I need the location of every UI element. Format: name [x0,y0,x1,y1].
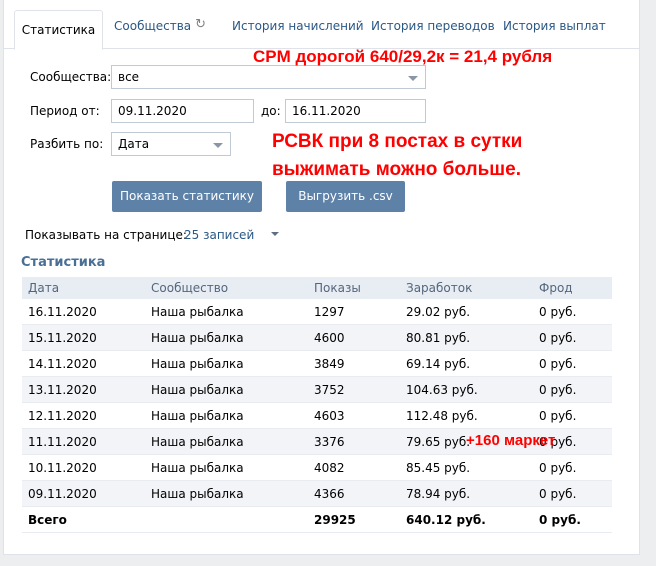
cell-date: 13.11.2020 [22,376,145,403]
cell-impressions: 4366 [308,480,400,507]
cell-community: Наша рыбалка [145,376,308,403]
col-header-impressions[interactable]: Показы [308,277,400,299]
split-by-label: Разбить по: [30,137,104,151]
cell-community: Наша рыбалка [145,350,308,377]
table-row: 12.11.2020 Наша рыбалка 4603 112.48 руб.… [22,402,612,429]
tab-transfer-history[interactable]: История переводов [371,19,495,33]
cell-earnings: 104.63 руб. [400,376,533,403]
period-from-label: Период от: [30,104,100,118]
tab-label: История переводов [371,19,495,33]
split-by-select[interactable]: Дата [111,132,231,156]
cell-community: Наша рыбалка [145,454,308,481]
period-to-value: 16.11.2020 [292,104,361,118]
refresh-icon[interactable]: ↻ [195,17,206,32]
table-row: 10.11.2020 Наша рыбалка 4082 85.45 руб. … [22,454,612,481]
cell-fraud: 0 руб. [533,402,612,429]
cell-fraud: 0 руб. [533,350,612,377]
cell-date: 14.11.2020 [22,350,145,377]
col-header-fraud[interactable]: Фрод [533,277,612,299]
tab-accrual-history[interactable]: История начислений [232,19,364,33]
cell-earnings: 112.48 руб. [400,402,533,429]
cell-date: 10.11.2020 [22,454,145,481]
section-title: Статистика [21,255,106,270]
communities-value: все [118,70,140,84]
split-by-value: Дата [118,137,150,151]
cell-community: Наша рыбалка [145,428,308,455]
col-header-date[interactable]: Дата [22,277,145,299]
cell-earnings: 78.94 руб. [400,480,533,507]
table-total-row: Всего 29925 640.12 руб. 0 руб. [22,506,612,533]
cell-impressions: 4600 [308,324,400,351]
stats-table: Дата Сообщество Показы Заработок Фрод 16… [22,277,612,533]
cell-impressions: 4603 [308,402,400,429]
table-row: 14.11.2020 Наша рыбалка 3849 69.14 руб. … [22,350,612,377]
per-page-select[interactable]: 25 записей [184,228,254,242]
cell-earnings: 85.45 руб. [400,454,533,481]
total-community [145,506,308,533]
period-from-value: 09.11.2020 [118,104,187,118]
cell-fraud: 0 руб. [533,376,612,403]
table-row: 15.11.2020 Наша рыбалка 4600 80.81 руб. … [22,324,612,351]
cell-community: Наша рыбалка [145,480,308,507]
communities-label: Сообщества: [30,70,112,84]
cell-impressions: 3752 [308,376,400,403]
period-to-input[interactable]: 16.11.2020 [285,99,426,123]
annotation-market: +160 маркет [466,432,556,449]
total-impressions: 29925 [308,506,400,533]
col-header-community[interactable]: Сообщество [145,277,308,299]
total-fraud: 0 руб. [533,506,612,533]
total-earnings: 640.12 руб. [400,506,533,533]
export-csv-button[interactable]: Выгрузить .csv [286,181,405,212]
cell-earnings: 29.02 руб. [400,299,533,325]
tab-statistics[interactable]: Статистика [14,10,103,50]
table-row: 13.11.2020 Наша рыбалка 3752 104.63 руб.… [22,376,612,403]
cell-fraud: 0 руб. [533,480,612,507]
tab-communities[interactable]: Сообщества ↻ [114,17,206,34]
cell-date: 11.11.2020 [22,428,145,455]
annotation-rsvk: РСВК при 8 постах в сутки выжимать можно… [272,128,522,184]
total-label: Всего [22,506,145,533]
communities-select[interactable]: все [111,65,426,89]
cell-date: 15.11.2020 [22,324,145,351]
annotation-rsvk-line2: выжимать можно больше. [272,159,521,180]
cell-date: 12.11.2020 [22,402,145,429]
cell-community: Наша рыбалка [145,324,308,351]
show-stats-button[interactable]: Показать статистику [112,181,262,212]
per-page-label: Показывать на странице: [25,228,187,242]
tab-label: История начислений [232,19,364,33]
annotation-rsvk-line1: РСВК при 8 постах в сутки [272,131,523,152]
col-header-earnings[interactable]: Заработок [400,277,533,299]
cell-fraud: 0 руб. [533,454,612,481]
cell-impressions: 4082 [308,454,400,481]
table-row: 16.11.2020 Наша рыбалка 1297 29.02 руб. … [22,299,612,325]
period-to-label: до: [261,104,281,118]
cell-impressions: 3849 [308,350,400,377]
cell-earnings: 69.14 руб. [400,350,533,377]
chevron-down-icon [408,76,418,81]
table-row: 09.11.2020 Наша рыбалка 4366 78.94 руб. … [22,480,612,507]
tab-label: Статистика [21,23,96,37]
cell-community: Наша рыбалка [145,299,308,325]
cell-earnings: 80.81 руб. [400,324,533,351]
cell-date: 09.11.2020 [22,480,145,507]
cell-impressions: 3376 [308,428,400,455]
period-from-input[interactable]: 09.11.2020 [111,99,254,123]
cell-fraud: 0 руб. [533,324,612,351]
table-header-row: Дата Сообщество Показы Заработок Фрод [22,277,612,299]
tab-label: Сообщества [114,19,192,33]
tab-bar: Статистика Сообщества ↻ История начислени… [4,0,639,50]
annotation-cpm: CPM дорогой 640/29,2к = 21,4 рубля [253,47,553,66]
tab-payout-history[interactable]: История выплат [503,19,606,33]
chevron-down-icon[interactable] [271,232,279,236]
cell-fraud: 0 руб. [533,299,612,325]
cell-impressions: 1297 [308,299,400,325]
tab-label: История выплат [503,19,606,33]
cell-community: Наша рыбалка [145,402,308,429]
cell-date: 16.11.2020 [22,299,145,325]
chevron-down-icon [213,143,223,148]
